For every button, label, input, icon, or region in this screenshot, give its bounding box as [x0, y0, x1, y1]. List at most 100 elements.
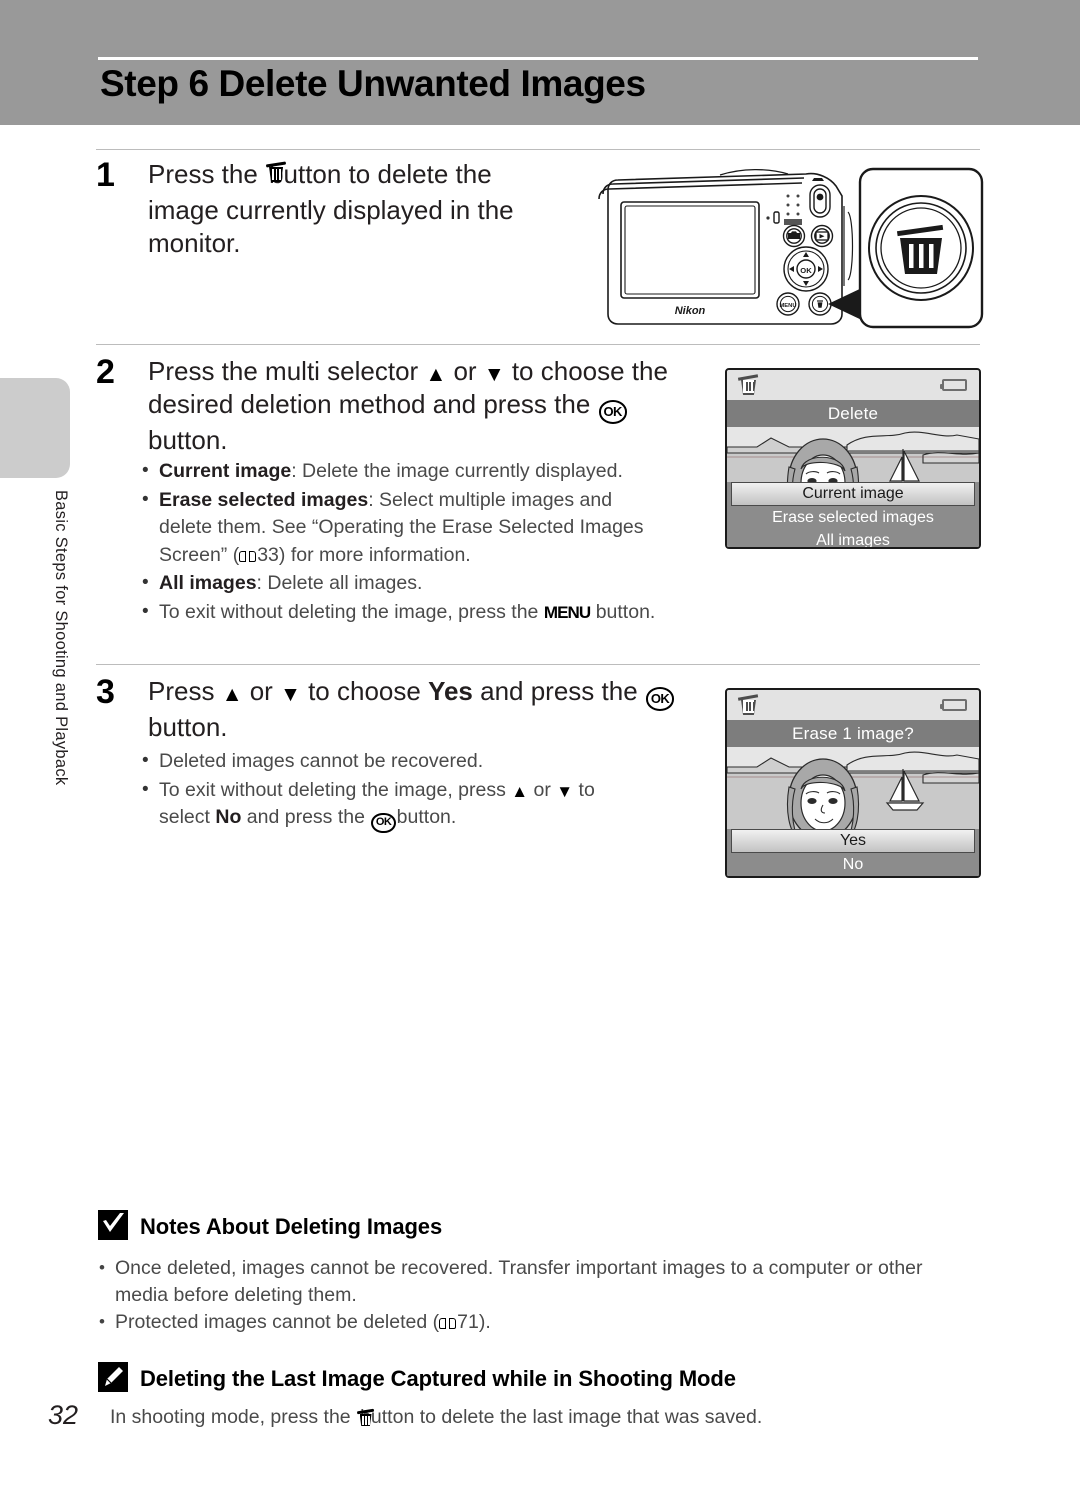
- step1-part-d: monitor.: [148, 228, 241, 258]
- step-1-text: Press the button to delete the image cur…: [148, 158, 548, 260]
- lcd-status-bar-2: [727, 690, 979, 720]
- bullet-text-exit-no-c: to: [573, 778, 595, 801]
- step2-part-d: desired deletion method and press the: [148, 389, 598, 419]
- ok-button-icon: OK: [371, 812, 396, 833]
- note-bullet-2-text-a: Protected images cannot be deleted (: [115, 1311, 440, 1333]
- header-rule: [98, 57, 978, 60]
- bullet-text-exit-no-d: select: [159, 806, 216, 828]
- bullet-cannot-recover: Deleted images cannot be recovered.: [140, 747, 700, 776]
- battery-icon: [940, 379, 967, 391]
- note-bullet-2-text-b: ).: [478, 1311, 491, 1333]
- step3-part-b: or: [242, 676, 281, 706]
- note-bullet-1-line-2: media before deleting them.: [115, 1284, 357, 1306]
- step-separator-3: [96, 664, 980, 665]
- trash-icon: [737, 374, 759, 396]
- bullet-label-erase-selected: Erase selected images: [159, 488, 369, 511]
- lcd-option-no[interactable]: No: [727, 853, 979, 876]
- note-bullet-1: Once deleted, images cannot be recovered…: [96, 1254, 986, 1309]
- step1-part-c: image currently displayed in the: [148, 195, 514, 225]
- page-title: Step 6 Delete Unwanted Images: [100, 63, 646, 104]
- arrow-up-icon: ▲: [511, 781, 529, 801]
- bullet-all-images: All images: Delete all images.: [140, 569, 720, 598]
- lcd-option-yes[interactable]: Yes: [731, 829, 975, 853]
- step3-part-e: button.: [148, 711, 228, 742]
- lcd-screen-delete-menu: Delete Current image Erase selected imag…: [725, 368, 981, 549]
- camera-brand-label: Nikon: [675, 305, 706, 317]
- step-number-3: 3: [96, 673, 115, 711]
- camera-rear-illustration: Nikon OK MENU: [598, 167, 984, 329]
- bullet-text-erase-selected-2: delete them. See “Operating the Erase Se…: [159, 516, 644, 538]
- bullet-text-cannot-recover: Deleted images cannot be recovered.: [159, 750, 484, 772]
- step-number-1: 1: [96, 156, 115, 194]
- step2-part-a: Press the multi selector: [148, 356, 426, 386]
- note-bullet-2: Protected images cannot be deleted ( 71).: [96, 1308, 986, 1336]
- lcd-title-1: Delete: [727, 400, 979, 427]
- tip-text-a: In shooting mode, press the: [110, 1406, 357, 1428]
- notes-section-body: Once deleted, images cannot be recovered…: [96, 1254, 986, 1336]
- step-2-text: Press the multi selector ▲ or ▼ to choos…: [148, 355, 708, 457]
- lcd-option-erase-selected-images[interactable]: Erase selected images: [727, 506, 979, 529]
- book-reference-icon: [239, 550, 257, 563]
- step-2-bullets: Current image: Delete the image currentl…: [140, 457, 720, 627]
- notes-section-title: Notes About Deleting Images: [140, 1214, 443, 1239]
- step2-part-c: to choose the: [504, 356, 668, 386]
- step-3-bullets: Deleted images cannot be recovered. To e…: [140, 747, 700, 834]
- tip-section-title: Deleting the Last Image Captured while i…: [140, 1366, 736, 1391]
- tip-section-body: In shooting mode, press the button to de…: [110, 1404, 990, 1434]
- bullet-text-exit-b: button.: [590, 600, 656, 623]
- step1-part-a: Press the: [148, 159, 266, 189]
- bullet-text-erase-selected-1: : Select multiple images and: [368, 488, 613, 511]
- step-separator-1: [96, 149, 980, 150]
- pencil-box-icon: [98, 1362, 128, 1392]
- bullet-text-exit-a: To exit without deleting the image, pres…: [159, 600, 544, 623]
- bullet-exit-select-no: To exit without deleting the image, pres…: [140, 776, 700, 833]
- checkmark-box-icon: [98, 1210, 128, 1240]
- bullet-text-current-image: : Delete the image currently displayed.: [291, 460, 623, 482]
- bullet-text-all-images: : Delete all images.: [256, 572, 423, 594]
- bullet-label-all-images: All images: [159, 572, 257, 594]
- lcd-title-2: Erase 1 image?: [727, 720, 979, 747]
- step2-part-b: or: [446, 356, 484, 386]
- chapter-tab: [0, 378, 70, 478]
- arrow-down-icon: ▼: [556, 781, 574, 801]
- page-number: 32: [48, 1400, 79, 1430]
- step-3-text: Press ▲ or ▼ to choose Yes and press the…: [148, 675, 708, 744]
- ok-button-icon: OK: [645, 687, 675, 711]
- lcd-option-all-images[interactable]: All images: [727, 529, 979, 547]
- bullet-no-label: No: [215, 806, 242, 828]
- bullet-text-exit-no-e: and press the: [241, 806, 371, 828]
- page-reference-33: 33: [257, 543, 279, 566]
- step1-part-b: button to delete the: [269, 159, 492, 189]
- step2-part-e: button.: [148, 424, 228, 455]
- bullet-text-erase-selected-3: Screen” (: [159, 543, 240, 566]
- bullet-text-erase-selected-4: ) for more information.: [278, 543, 471, 566]
- bullet-text-exit-no-b: or: [528, 778, 557, 801]
- step3-yes-label: Yes: [428, 676, 473, 706]
- trash-icon: [737, 694, 759, 716]
- note-bullet-1-line-1: Once deleted, images cannot be recovered…: [115, 1257, 923, 1279]
- step3-part-d: and press the: [472, 676, 645, 706]
- step-number-2: 2: [96, 353, 115, 391]
- lcd-screen-erase-confirm: Erase 1 image? Yes No: [725, 688, 981, 878]
- arrow-down-icon: ▼: [280, 683, 301, 706]
- arrow-up-icon: ▲: [425, 363, 447, 386]
- bullet-erase-selected-images: Erase selected images: Select multiple i…: [140, 486, 720, 570]
- step3-part-c: to choose: [300, 676, 429, 706]
- page-reference-71: 71: [457, 1311, 479, 1333]
- arrow-down-icon: ▼: [483, 363, 505, 386]
- step3-part-a: Press: [148, 676, 222, 706]
- lcd-options-2: Yes No: [727, 829, 979, 876]
- bullet-exit-menu: To exit without deleting the image, pres…: [140, 598, 720, 627]
- bullet-label-current-image: Current image: [159, 460, 292, 482]
- bullet-current-image: Current image: Delete the image currentl…: [140, 457, 720, 486]
- camera-ok-label: OK: [800, 266, 812, 275]
- battery-icon: [940, 699, 967, 711]
- lcd-options-1: Current image Erase selected images All …: [727, 482, 979, 547]
- chapter-label: Basic Steps for Shooting and Playback: [52, 490, 70, 786]
- menu-button-icon: MENU: [543, 602, 591, 622]
- ok-button-icon: OK: [598, 400, 627, 424]
- step-separator-2: [96, 344, 980, 345]
- camera-menu-label: MENU: [779, 303, 796, 309]
- lcd-status-bar-1: [727, 370, 979, 400]
- lcd-option-current-image[interactable]: Current image: [731, 482, 975, 506]
